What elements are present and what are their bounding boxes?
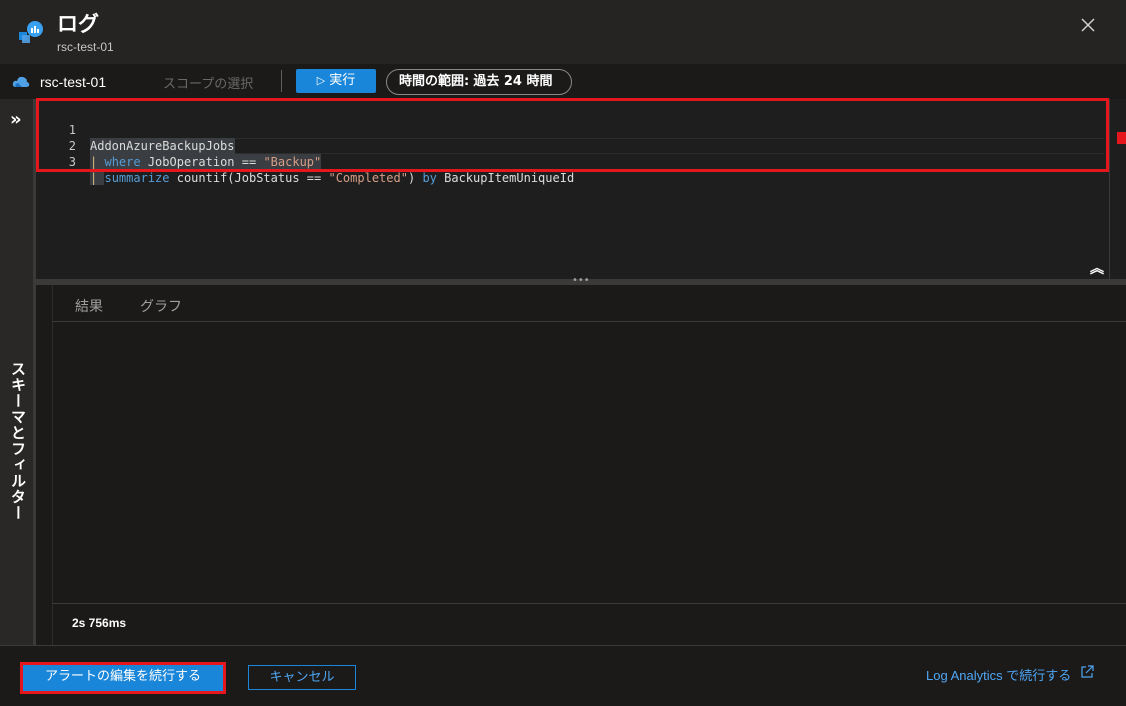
time-range-key: 時間の範囲: xyxy=(399,74,470,89)
continue-editing-alert-button[interactable]: アラートの編集を続行する xyxy=(23,664,223,691)
query-toolbar: rsc-test-01 スコープの選択 ▷ 実行 時間の範囲: 過去 24 時間 xyxy=(0,64,1126,99)
cloud-icon xyxy=(12,76,30,87)
line-number: 3 xyxy=(68,155,76,169)
blade-title: ログ xyxy=(57,12,99,36)
scope-select-button[interactable]: スコープの選択 xyxy=(163,73,253,92)
editor-scrollbar[interactable] xyxy=(1109,99,1110,279)
summarize-keyword: summarize xyxy=(104,171,170,185)
pipe-operator: | xyxy=(90,155,98,169)
query-duration: 2s 756ms xyxy=(72,616,127,630)
schema-filter-label[interactable]: スキーマとフィルター xyxy=(8,361,29,521)
function-call: countif(JobStatus xyxy=(176,171,300,185)
results-divider xyxy=(52,285,53,645)
workspace-name[interactable]: rsc-test-01 xyxy=(40,74,106,90)
line-number: 2 xyxy=(68,139,76,153)
external-link-icon[interactable] xyxy=(1080,665,1094,679)
double-chevron-up-icon[interactable]: ︽ xyxy=(1090,258,1104,278)
double-chevron-right-icon[interactable]: » xyxy=(10,109,22,130)
line-number: 1 xyxy=(68,123,76,137)
blade-subtitle: rsc-test-01 xyxy=(57,40,114,54)
where-keyword: where xyxy=(104,155,141,169)
play-icon: ▷ xyxy=(316,74,326,87)
close-paren: ) xyxy=(407,171,416,185)
tab-results[interactable]: 結果 xyxy=(75,296,103,316)
cancel-button[interactable]: キャンセル xyxy=(248,665,356,690)
table-name: AddonAzureBackupJobs xyxy=(90,138,235,154)
string-literal: "Backup" xyxy=(263,155,322,169)
continue-in-log-analytics-link[interactable]: Log Analytics で続行する xyxy=(926,665,1071,684)
toolbar-divider xyxy=(281,70,282,92)
run-label: 実行 xyxy=(329,73,356,88)
link-label: Log Analytics で続行する xyxy=(926,668,1072,683)
query-editor[interactable] xyxy=(36,99,1126,279)
results-pane xyxy=(36,285,1126,645)
log-analytics-icon xyxy=(19,21,43,43)
pipe-operator: | xyxy=(90,171,98,185)
code-line-2[interactable]: 2 | where JobOperation == "Backup" xyxy=(36,122,322,170)
string-literal: "Completed" xyxy=(328,171,408,185)
field-name: JobOperation xyxy=(147,155,235,169)
group-field: BackupItemUniqueId xyxy=(444,171,575,185)
status-divider xyxy=(52,603,1126,604)
tabs-divider xyxy=(52,321,1126,322)
code-text: | where JobOperation == "Backup" xyxy=(90,154,322,170)
run-button[interactable]: ▷ 実行 xyxy=(296,69,376,93)
time-range-picker[interactable]: 時間の範囲: 過去 24 時間 xyxy=(386,69,572,95)
blade-header: ログ rsc-test-01 xyxy=(0,0,1126,64)
tab-chart[interactable]: グラフ xyxy=(140,296,182,316)
close-icon[interactable] xyxy=(1076,13,1100,37)
code-line-1[interactable]: 1 AddonAzureBackupJobs xyxy=(36,106,235,154)
operator: == xyxy=(241,155,257,169)
by-keyword: by xyxy=(422,171,437,185)
time-range-value: 過去 24 時間 xyxy=(473,74,553,89)
code-line-3[interactable]: 3 | summarize countif(JobStatus == "Comp… xyxy=(36,138,574,185)
code-text: | summarize countif(JobStatus == "Comple… xyxy=(90,170,574,186)
current-line-indicator xyxy=(100,138,1104,154)
scrollbar-marker xyxy=(1117,132,1126,144)
operator: == xyxy=(306,171,322,185)
schema-filter-rail: » スキーマとフィルター xyxy=(0,99,33,645)
